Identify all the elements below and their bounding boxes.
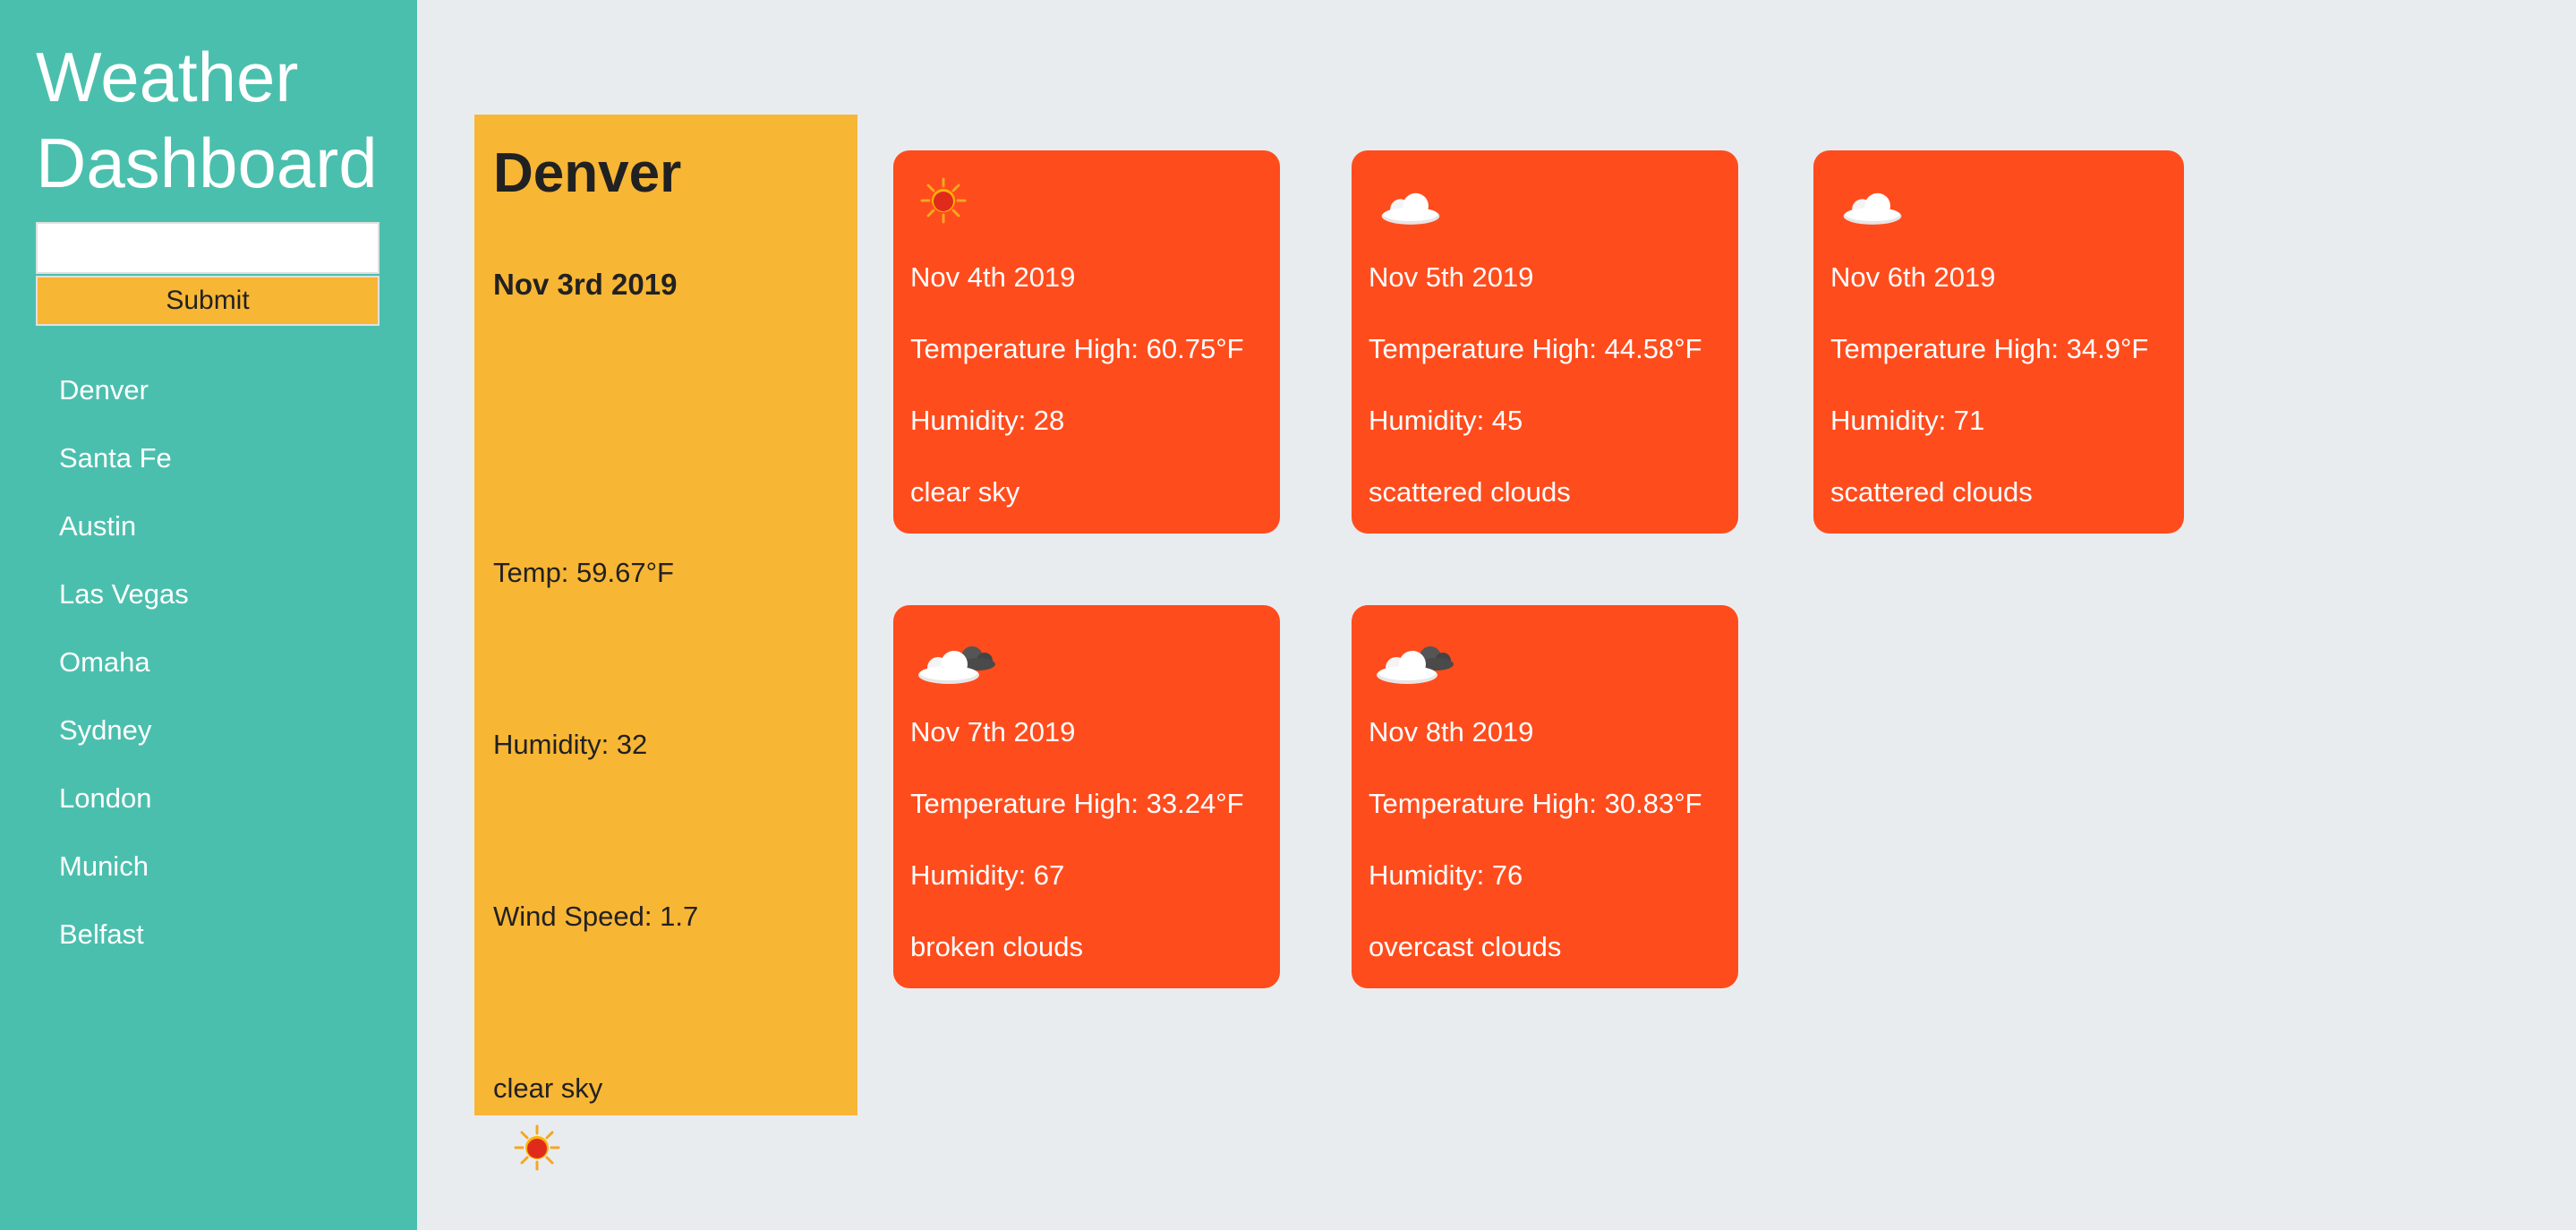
forecast-date: Nov 6th 2019 <box>1830 261 1996 293</box>
app-title: Weather Dashboard <box>36 38 378 202</box>
broken-clouds-icon <box>1375 637 1455 688</box>
city-item-denver[interactable]: Denver <box>59 369 189 437</box>
forecast-date: Nov 5th 2019 <box>1369 261 1534 293</box>
forecast-date: Nov 8th 2019 <box>1369 716 1534 747</box>
forecast-humidity: Humidity: 67 <box>910 859 1065 891</box>
current-temp: Temp: 59.67°F <box>493 557 674 588</box>
city-item-santa-fe[interactable]: Santa Fe <box>59 437 189 505</box>
forecast-humidity: Humidity: 45 <box>1369 405 1523 436</box>
city-item-london[interactable]: London <box>59 777 189 845</box>
forecast-temp-high: Temperature High: 60.75°F <box>910 333 1244 364</box>
city-item-las-vegas[interactable]: Las Vegas <box>59 573 189 641</box>
current-date: Nov 3rd 2019 <box>493 268 678 301</box>
current-wind-speed: Wind Speed: 1.7 <box>493 901 699 932</box>
submit-button[interactable]: Submit <box>36 276 380 326</box>
cloud-icon <box>1377 184 1445 232</box>
forecast-description: clear sky <box>910 476 1020 508</box>
forecast-card: Nov 4th 2019 Temperature High: 60.75°F H… <box>893 150 1280 534</box>
current-humidity: Humidity: 32 <box>493 729 648 760</box>
forecast-temp-high: Temperature High: 33.24°F <box>910 788 1244 819</box>
current-city-name: Denver <box>493 142 682 204</box>
forecast-card: Nov 8th 2019 Temperature High: 30.83°F H… <box>1352 605 1738 988</box>
forecast-temp-high: Temperature High: 34.9°F <box>1830 333 2149 364</box>
forecast-card: Nov 7th 2019 Temperature High: 33.24°F H… <box>893 605 1280 988</box>
city-item-belfast[interactable]: Belfast <box>59 913 189 981</box>
forecast-humidity: Humidity: 71 <box>1830 405 1985 436</box>
city-history-list: Denver Santa Fe Austin Las Vegas Omaha S… <box>59 369 189 981</box>
city-search-input[interactable] <box>36 222 380 274</box>
sun-icon <box>514 1124 560 1171</box>
sidebar: Weather Dashboard Submit Denver Santa Fe… <box>0 0 417 1230</box>
forecast-description: overcast clouds <box>1369 931 1562 962</box>
forecast-description: broken clouds <box>910 931 1084 962</box>
forecast-humidity: Humidity: 76 <box>1369 859 1523 891</box>
forecast-description: scattered clouds <box>1369 476 1571 508</box>
city-item-sydney[interactable]: Sydney <box>59 709 189 777</box>
city-item-austin[interactable]: Austin <box>59 505 189 573</box>
forecast-temp-high: Temperature High: 30.83°F <box>1369 788 1702 819</box>
city-item-munich[interactable]: Munich <box>59 845 189 913</box>
forecast-card: Nov 6th 2019 Temperature High: 34.9°F Hu… <box>1813 150 2184 534</box>
current-description: clear sky <box>493 1072 603 1104</box>
forecast-date: Nov 4th 2019 <box>910 261 1076 293</box>
city-item-omaha[interactable]: Omaha <box>59 641 189 709</box>
forecast-card: Nov 5th 2019 Temperature High: 44.58°F H… <box>1352 150 1738 534</box>
forecast-temp-high: Temperature High: 44.58°F <box>1369 333 1702 364</box>
forecast-description: scattered clouds <box>1830 476 2033 508</box>
forecast-date: Nov 7th 2019 <box>910 716 1076 747</box>
sun-icon <box>920 177 967 228</box>
current-weather-panel: Denver Nov 3rd 2019 Temp: 59.67°F Humidi… <box>474 115 857 1115</box>
broken-clouds-icon <box>917 637 997 688</box>
forecast-humidity: Humidity: 28 <box>910 405 1065 436</box>
cloud-icon <box>1838 184 1906 232</box>
